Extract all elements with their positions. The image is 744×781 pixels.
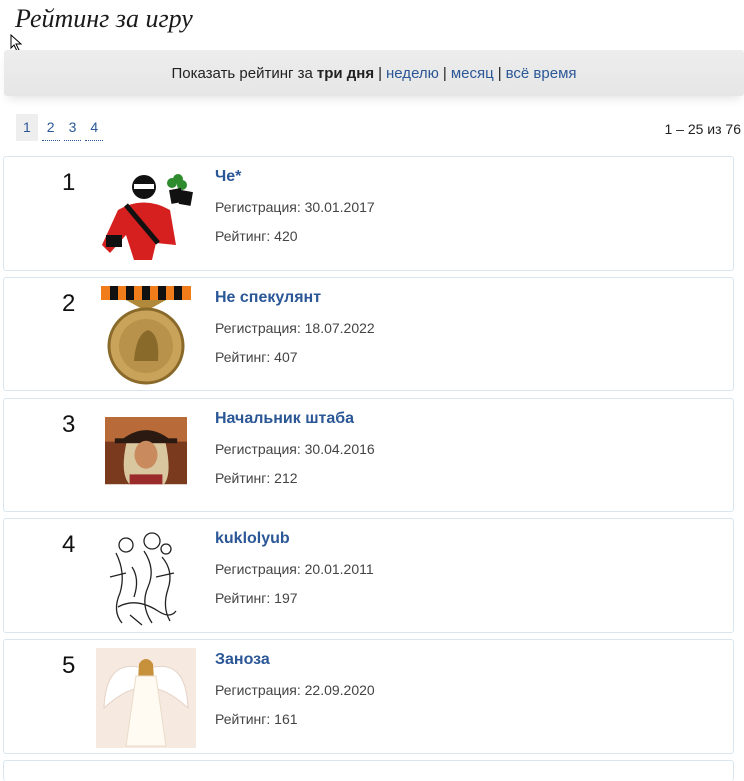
page-2-link[interactable]: 2 — [41, 114, 60, 141]
registration-date: Регистрация: 18.07.2022 — [215, 320, 375, 336]
rating-value: Рейтинг: 212 — [215, 470, 298, 486]
avatar[interactable] — [96, 165, 196, 265]
results-range: 1 – 25 из 76 — [664, 121, 741, 137]
player-name-link[interactable]: Не спекулянт — [215, 289, 321, 307]
player-card-partial — [3, 760, 734, 781]
avatar[interactable] — [96, 648, 196, 748]
rating-value: Рейтинг: 161 — [215, 711, 298, 727]
registration-date: Регистрация: 30.04.2016 — [215, 441, 375, 457]
filter-link-all-time[interactable]: всё время — [506, 65, 577, 82]
rank-number: 4 — [62, 531, 76, 558]
separator: | — [497, 64, 502, 82]
filter-link-week[interactable]: неделю — [386, 65, 439, 82]
rating-period-filter: Показать рейтинг за три дня | неделю | м… — [4, 50, 744, 96]
rating-value: Рейтинг: 407 — [215, 349, 298, 365]
filter-active-three-days: три дня — [316, 64, 375, 82]
player-card: 2 Не спекулянт Регистрация: 18.07.2022 Р… — [3, 277, 734, 391]
avatar[interactable] — [96, 417, 196, 499]
filter-link-month[interactable]: месяц — [451, 65, 494, 82]
page-1-current: 1 — [16, 114, 38, 141]
rank-number: 5 — [62, 652, 76, 679]
rank-number: 1 — [62, 169, 76, 196]
registration-date: Регистрация: 22.09.2020 — [215, 682, 375, 698]
player-card: 4 kuklolyub Регистрация: 20.01.2011 Рейт… — [3, 518, 734, 633]
page-4-link[interactable]: 4 — [85, 114, 104, 141]
player-name-link[interactable]: Че* — [215, 168, 241, 186]
registration-date: Регистрация: 20.01.2011 — [215, 561, 374, 577]
player-name-link[interactable]: Начальник штаба — [215, 410, 354, 428]
rating-value: Рейтинг: 197 — [215, 590, 298, 606]
player-card: 5 Заноза Регистрация: 22.09.2020 Рейтинг… — [3, 639, 734, 754]
avatar[interactable] — [96, 527, 196, 627]
rank-number: 3 — [62, 411, 76, 438]
player-card: 3 Начальник штаба Регистрация: 30.04.201… — [3, 398, 734, 512]
page-title: Рейтинг за игру — [15, 4, 193, 33]
avatar[interactable] — [96, 286, 196, 386]
rank-number: 2 — [62, 290, 76, 317]
rating-value: Рейтинг: 420 — [215, 228, 298, 244]
separator: | — [378, 64, 383, 82]
separator: | — [442, 64, 447, 82]
player-name-link[interactable]: kuklolyub — [215, 530, 290, 548]
pagination: 1 2 3 4 — [16, 114, 107, 141]
page-3-link[interactable]: 3 — [63, 114, 82, 141]
registration-date: Регистрация: 30.01.2017 — [215, 199, 375, 215]
filter-prefix: Показать рейтинг за — [171, 64, 313, 82]
player-name-link[interactable]: Заноза — [215, 651, 270, 669]
player-card: 1 Че* Регистрация: 30.01.2017 Рейтинг: 4… — [3, 156, 734, 271]
